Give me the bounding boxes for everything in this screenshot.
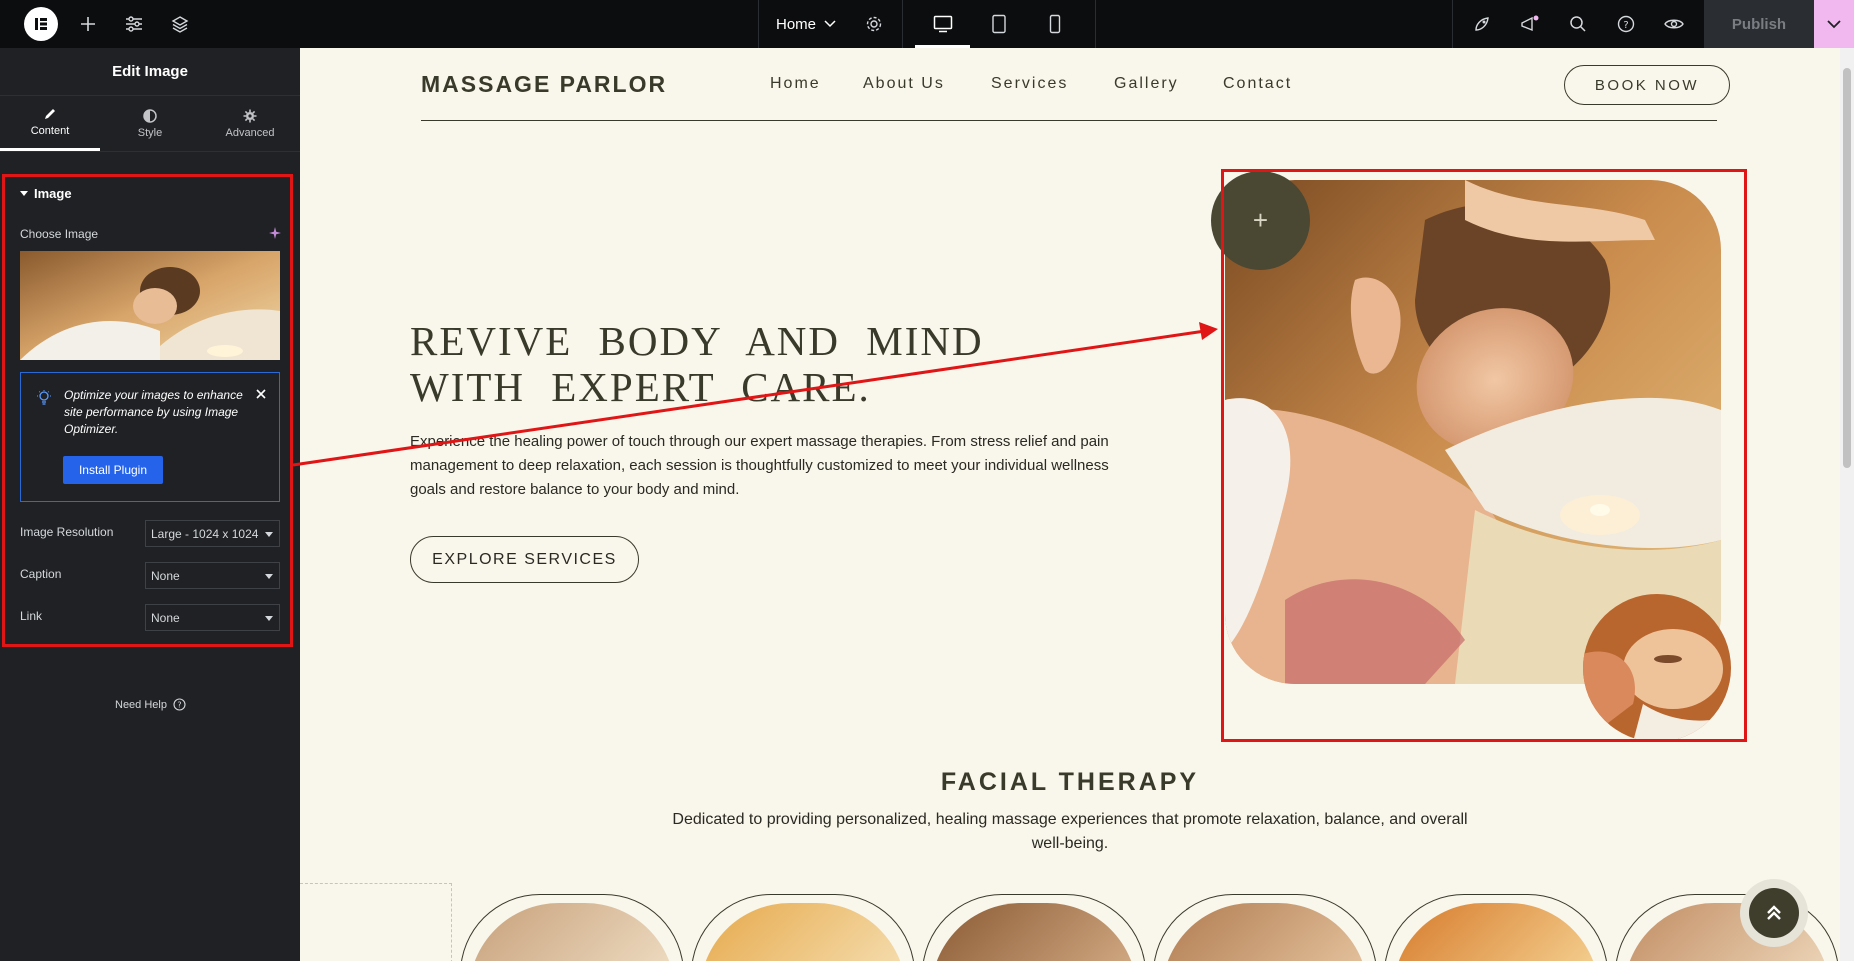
panel-title: Edit Image (0, 48, 300, 96)
tab-content[interactable]: Content (0, 96, 100, 151)
caret-down-icon (265, 574, 273, 579)
choose-image-label: Choose Image (20, 227, 99, 241)
image-section-header[interactable]: Image (20, 186, 72, 201)
nav-about-us[interactable]: About Us (863, 75, 945, 93)
optimizer-notice: Optimize your images to enhance site per… (20, 372, 280, 502)
optimizer-notice-text: Optimize your images to enhance site per… (64, 388, 243, 436)
double-chevron-up-icon (1767, 905, 1781, 920)
topbar-divider (1095, 0, 1096, 48)
facial-therapy-description: Dedicated to providing personalized, hea… (672, 811, 1468, 852)
highlight-image-widget (1221, 169, 1747, 742)
page-selector-label: Home (776, 15, 817, 33)
tab-style-label: Style (137, 126, 163, 139)
whats-new-megaphone-icon[interactable] (1518, 0, 1542, 48)
service-card-image[interactable] (691, 894, 915, 961)
nav-services[interactable]: Services (991, 75, 1068, 93)
link-value: None (151, 610, 180, 625)
caret-down-icon (265, 616, 273, 621)
caption-select[interactable]: None (145, 562, 280, 589)
nav-gallery[interactable]: Gallery (1114, 75, 1179, 93)
topbar-divider (1452, 0, 1453, 48)
scrollbar-thumb[interactable] (1843, 68, 1851, 468)
nav-home[interactable]: Home (770, 75, 821, 93)
desktop-view-icon[interactable] (925, 0, 961, 48)
image-preview-thumbnail[interactable] (20, 251, 280, 360)
service-card-image[interactable] (922, 894, 1146, 961)
editor-topbar: Home ? Publish (0, 0, 1854, 48)
caret-down-icon (265, 532, 273, 537)
half-circle-style-icon (143, 108, 157, 123)
svg-text:?: ? (1623, 20, 1628, 31)
explore-services-button[interactable]: EXPLORE SERVICES (410, 536, 639, 583)
service-card-image[interactable] (1384, 894, 1608, 961)
preview-eye-icon[interactable] (1662, 0, 1686, 48)
link-label: Link (20, 609, 43, 623)
panel-tabs: Content Style Advanced (0, 96, 300, 152)
image-resolution-label: Image Resolution (20, 525, 114, 539)
book-now-button[interactable]: BOOK NOW (1564, 65, 1730, 105)
caption-value: None (151, 568, 180, 583)
need-help-label: Need Help (115, 698, 167, 711)
add-element-icon[interactable] (76, 0, 100, 48)
link-select[interactable]: None (145, 604, 280, 631)
structure-layers-icon[interactable] (168, 0, 192, 48)
tablet-view-icon[interactable] (981, 0, 1017, 48)
service-card-image[interactable] (1153, 894, 1377, 961)
ai-sparkle-icon[interactable] (268, 225, 282, 241)
hero-description: Experience the healing power of touch th… (410, 433, 1109, 498)
tab-content-label: Content (30, 125, 70, 137)
need-help-link[interactable]: Need Help ? (115, 698, 186, 711)
close-icon[interactable] (256, 389, 266, 399)
site-settings-sliders-icon[interactable] (122, 0, 146, 48)
image-resolution-select[interactable]: Large - 1024 x 1024 (145, 520, 280, 547)
tab-style[interactable]: Style (100, 96, 200, 151)
gear-icon (243, 109, 257, 122)
chevron-down-icon (824, 20, 836, 28)
header-divider (421, 120, 1717, 121)
svg-text:?: ? (177, 701, 181, 710)
facial-therapy-title: FACIAL THERAPY (940, 768, 1200, 796)
pencil-icon (45, 109, 55, 119)
elementor-logo-icon[interactable] (24, 7, 58, 41)
caption-label: Caption (20, 567, 62, 581)
service-card-image[interactable] (460, 894, 684, 961)
page-settings-gear-icon[interactable] (862, 0, 886, 48)
mobile-view-icon[interactable] (1037, 0, 1073, 48)
nav-contact[interactable]: Contact (1223, 75, 1292, 93)
empty-container-placeholder (300, 883, 452, 961)
tab-advanced[interactable]: Advanced (200, 96, 300, 151)
scroll-to-top-button[interactable] (1740, 879, 1808, 947)
rocket-icon[interactable] (1470, 0, 1494, 48)
page-selector[interactable]: Home (776, 0, 836, 48)
lightbulb-icon (37, 390, 51, 405)
image-resolution-value: Large - 1024 x 1024 (151, 526, 259, 541)
hero-title: REVIVE BODY AND MIND WITH EXPERT CARE. (410, 318, 984, 410)
help-question-icon[interactable]: ? (1614, 0, 1638, 48)
topbar-divider (758, 0, 759, 48)
search-icon[interactable] (1566, 0, 1590, 48)
site-brand[interactable]: MASSAGE PARLOR (421, 71, 667, 98)
caret-down-icon (20, 190, 28, 196)
install-plugin-button[interactable]: Install Plugin (63, 456, 163, 484)
publish-options-chevron-icon[interactable] (1814, 0, 1854, 48)
help-question-icon: ? (173, 698, 186, 711)
image-section-title: Image (34, 186, 72, 201)
publish-button[interactable]: Publish (1704, 0, 1814, 48)
tab-advanced-label: Advanced (225, 126, 275, 139)
canvas-scrollbar[interactable] (1840, 48, 1854, 961)
topbar-divider (902, 0, 903, 48)
